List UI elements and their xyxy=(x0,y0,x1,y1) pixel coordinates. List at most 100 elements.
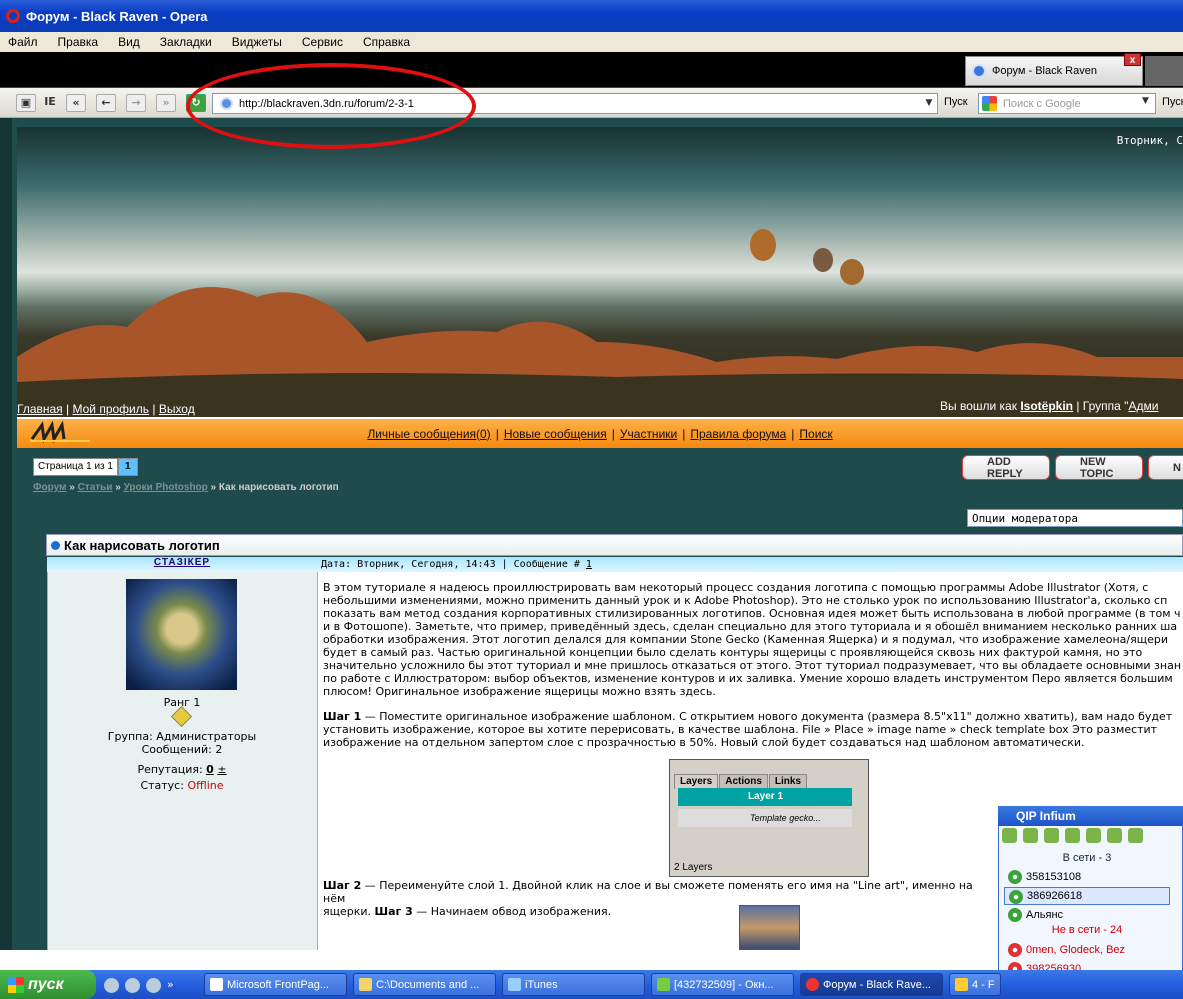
quick-launch-icon-3[interactable] xyxy=(146,977,161,993)
messages-count: Сообщений: 2 xyxy=(141,743,223,756)
nav-new-messages[interactable]: Новые сообщения xyxy=(504,427,607,441)
taskbar-item-opera[interactable]: Форум - Black Rave... xyxy=(800,973,943,996)
menu-file[interactable]: Файл xyxy=(8,35,38,49)
forward-icon[interactable]: → xyxy=(126,94,146,112)
crumb-current: Как нарисовать логотип xyxy=(218,482,339,493)
taskbar-item-explorer[interactable]: C:\Documents and ... xyxy=(353,973,496,996)
tab-strip-edge xyxy=(1145,56,1183,86)
ie-button[interactable]: IE xyxy=(40,94,60,112)
author-name[interactable]: СТАЗIКЕР xyxy=(154,557,210,568)
qip-online-group[interactable]: В сети - 3 xyxy=(1004,852,1170,864)
calendar-icon[interactable] xyxy=(1086,828,1101,843)
taskbar-item-itunes[interactable]: iTunes xyxy=(502,973,645,996)
folder-icon[interactable] xyxy=(1065,828,1080,843)
menu-tools[interactable]: Сервис xyxy=(302,35,343,49)
reputation: Репутация: 0 ± xyxy=(47,763,317,776)
online-status-icon xyxy=(1008,870,1022,884)
home-link[interactable]: Главная xyxy=(17,402,63,416)
menu-view[interactable]: Вид xyxy=(118,35,140,49)
author-header: СТАЗIКЕР xyxy=(47,557,317,572)
contacts-icon[interactable] xyxy=(1002,828,1017,843)
contact-name: 358153108 xyxy=(1026,871,1082,883)
taskbar-label: Форум - Black Rave... xyxy=(823,978,931,991)
reputation-label: Репутация: xyxy=(137,763,203,776)
logout-link[interactable]: Выход xyxy=(159,402,195,416)
rewind-icon[interactable]: « xyxy=(66,94,86,112)
qip-offline-group[interactable]: Не в сети - 24 xyxy=(1004,924,1170,936)
group-link[interactable]: Адми xyxy=(1128,399,1158,413)
group-text: Группа: Администраторы xyxy=(107,730,257,743)
menu-widgets[interactable]: Виджеты xyxy=(232,35,282,49)
contact-name: Альянс xyxy=(1026,909,1064,921)
go-button[interactable]: Пуск xyxy=(944,96,968,108)
taskbar-item-qip-chat[interactable]: [432732509] - Окн... xyxy=(651,973,794,996)
menu-bar: Файл Правка Вид Закладки Виджеты Сервис … xyxy=(0,32,1183,52)
online-status-icon xyxy=(1009,890,1023,904)
qip-title-bar[interactable]: QIP Infium xyxy=(998,806,1183,826)
contact-online-1[interactable]: 358153108 xyxy=(1004,868,1170,886)
menu-bookmarks[interactable]: Закладки xyxy=(160,35,212,49)
start-label: пуск xyxy=(28,975,64,993)
crumb-articles[interactable]: Статьи xyxy=(78,482,113,493)
taskbar-label: [432732509] - Окн... xyxy=(674,978,774,991)
menu-edit[interactable]: Правка xyxy=(58,35,99,49)
folder-icon xyxy=(359,978,372,991)
contact-online-2[interactable]: 386926618 xyxy=(1004,887,1170,905)
nav-members[interactable]: Участники xyxy=(620,427,677,441)
quick-launch-icon-1[interactable] xyxy=(104,977,119,993)
post-number-link[interactable]: 1 xyxy=(586,559,592,570)
reputation-change-button[interactable]: ± xyxy=(217,763,226,776)
browser-tab[interactable]: Форум - Black Raven xyxy=(965,56,1143,86)
fast-forward-icon[interactable]: » xyxy=(156,94,176,112)
chat-icon xyxy=(657,978,670,991)
crumb-sep: » xyxy=(66,482,78,493)
reputation-value[interactable]: 0 xyxy=(206,763,214,776)
contact-online-3[interactable]: Альянс xyxy=(1004,906,1170,924)
window-title: Форум - Black Raven - Opera xyxy=(26,8,208,24)
username-link[interactable]: Isotёpkin xyxy=(1020,399,1073,413)
bullet-icon xyxy=(51,540,60,550)
tab-actions: Actions xyxy=(719,774,768,789)
post-paragraph-intro: В этом туториале я надеюсь проиллюстриро… xyxy=(323,581,1182,698)
nav-search[interactable]: Поиск xyxy=(799,427,832,441)
search-go-button[interactable]: Пуск xyxy=(1162,96,1183,108)
taskbar-item-group[interactable]: 4 - F xyxy=(949,973,1001,996)
post-title: Как нарисовать логотип xyxy=(64,537,220,553)
more-icon[interactable]: » xyxy=(167,978,182,993)
tools-icon[interactable] xyxy=(1107,828,1122,843)
layer-row-1: Layer 1 xyxy=(678,788,852,806)
site-logo-icon xyxy=(30,421,90,443)
search-dropdown-icon[interactable]: ▼ xyxy=(1142,96,1149,106)
third-button[interactable]: N xyxy=(1148,455,1183,480)
add-reply-button[interactable]: ADD REPLY xyxy=(962,455,1050,480)
profile-link[interactable]: Мой профиль xyxy=(72,402,149,416)
new-topic-button[interactable]: NEW TOPIC xyxy=(1055,455,1143,480)
taskbar-label: 4 - F xyxy=(972,978,995,991)
moderator-options-select[interactable]: Опции модератора xyxy=(967,509,1183,527)
opera-quick-icon[interactable] xyxy=(125,977,140,993)
save-icon[interactable]: ▣ xyxy=(16,94,36,112)
sound-icon[interactable] xyxy=(1044,828,1059,843)
history-icon[interactable] xyxy=(1023,828,1038,843)
post-paragraph-step2: Шаг 2 — Переименуйте слой 1. Двойной кли… xyxy=(323,879,993,918)
page-label: Страница 1 из 1 xyxy=(33,458,118,476)
user-links: Главная | Мой профиль | Выход xyxy=(17,402,195,416)
annotation-ellipse xyxy=(186,63,476,149)
page-number[interactable]: 1 xyxy=(117,458,138,476)
nav-rules[interactable]: Правила форума xyxy=(690,427,786,441)
crumb-forum[interactable]: Форум xyxy=(33,482,66,493)
taskbar-item-frontpage[interactable]: Microsoft FrontPag... xyxy=(204,973,347,996)
back-icon[interactable]: ← xyxy=(96,94,116,112)
opera-icon xyxy=(6,9,20,23)
crumb-photoshop[interactable]: Уроки Photoshop xyxy=(124,482,208,493)
address-dropdown-icon[interactable]: ▼ xyxy=(921,94,937,113)
nav-private-messages[interactable]: Личные сообщения(0) xyxy=(367,427,490,441)
contact-offline-1[interactable]: 0men, Glodeck, Bez xyxy=(1004,941,1170,959)
search-input[interactable]: Поиск с Google xyxy=(978,93,1156,114)
crumb-sep: » xyxy=(112,482,124,493)
tab-close-button[interactable]: x xyxy=(1124,53,1141,66)
menu-help[interactable]: Справка xyxy=(363,35,410,49)
side-panel-edge[interactable] xyxy=(0,118,12,950)
breadcrumb: Форум » Статьи » Уроки Photoshop » Как н… xyxy=(33,482,339,493)
plugins-icon[interactable] xyxy=(1128,828,1143,843)
